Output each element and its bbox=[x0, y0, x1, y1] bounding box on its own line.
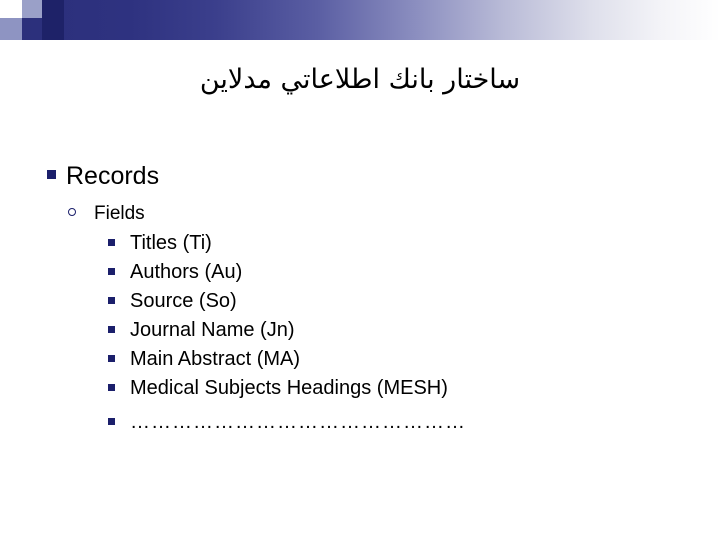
square-bullet-small-icon bbox=[108, 268, 130, 275]
square-bullet-small-icon bbox=[108, 297, 130, 304]
field-label: Journal Name (Jn) bbox=[130, 319, 295, 341]
slide-header-decoration bbox=[0, 0, 720, 40]
square-bullet-small-icon bbox=[108, 326, 130, 333]
header-square-dark bbox=[42, 0, 64, 40]
field-label: Main Abstract (MA) bbox=[130, 348, 301, 370]
list-item: Titles (Ti) bbox=[108, 229, 696, 257]
list-item: Authors (Au) bbox=[108, 258, 696, 286]
field-label: ………………………………………… bbox=[130, 411, 466, 433]
square-bullet-small-icon bbox=[108, 384, 130, 391]
field-label: Medical Subjects Headings (MESH) bbox=[130, 377, 448, 399]
field-label: Source (So) bbox=[130, 290, 237, 312]
header-square-light bbox=[22, 0, 42, 18]
header-gradient bbox=[0, 0, 720, 40]
header-square-white bbox=[0, 0, 22, 18]
list-item: Main Abstract (MA) bbox=[108, 345, 696, 373]
square-bullet-small-icon bbox=[108, 239, 130, 246]
list-item: Source (So) bbox=[108, 287, 696, 315]
header-square-mid bbox=[0, 18, 22, 40]
square-bullet-small-icon bbox=[108, 418, 130, 425]
slide-body: Records Fields Titles (Ti) Authors (Au) … bbox=[36, 160, 696, 437]
outline-level2-label: Fields bbox=[94, 203, 145, 224]
ring-bullet-icon bbox=[68, 208, 94, 216]
field-label: Authors (Au) bbox=[130, 261, 243, 283]
outline-level2-fields: Fields bbox=[68, 201, 696, 227]
list-item: Journal Name (Jn) bbox=[108, 316, 696, 344]
list-item: ………………………………………… bbox=[108, 408, 696, 436]
slide-title: ﺳﺎﺧﺘﺎﺭ ﺑﺎﻧﻚ ﺍﻃﻼﻋﺎﺗﻲ ﻣﺪﻻﻳﻦ bbox=[199, 64, 521, 95]
square-bullet-icon bbox=[36, 170, 66, 179]
outline-level1-label: Records bbox=[66, 162, 160, 190]
list-item: Medical Subjects Headings (MESH) bbox=[108, 374, 696, 402]
outline-level1-records: Records bbox=[36, 160, 696, 192]
square-bullet-small-icon bbox=[108, 355, 130, 362]
field-label: Titles (Ti) bbox=[130, 232, 212, 254]
